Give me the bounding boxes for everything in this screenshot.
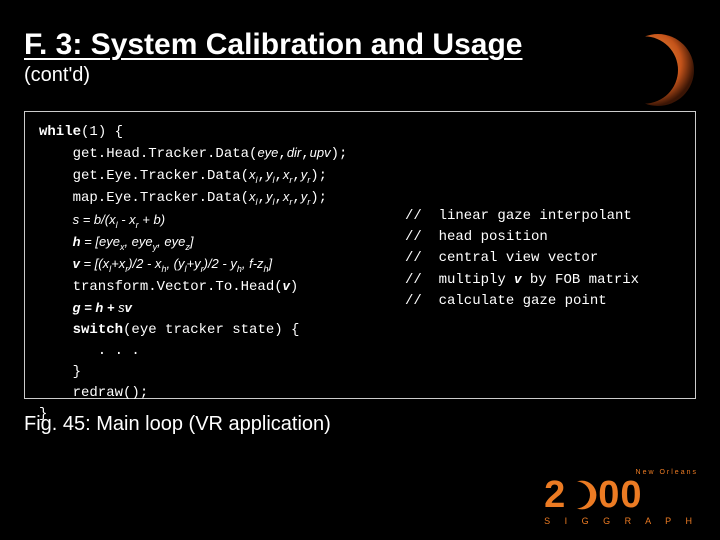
slide-subtitle: (cont'd) (24, 64, 696, 87)
moon-icon (566, 479, 598, 511)
slide: F. 3: System Calibration and Usage (cont… (0, 0, 720, 540)
logo-year: 2 0 0 (544, 476, 698, 514)
code-comments: // linear gaze interpolant // head posit… (405, 122, 639, 312)
logo-name: S I G G R A P H (544, 516, 698, 526)
code-listing: while(1) { get.Head.Tracker.Data(eye,dir… (24, 111, 696, 399)
siggraph-logo: New Orleans 2 0 0 S I G G R A P H (544, 469, 698, 526)
header: F. 3: System Calibration and Usage (cont… (0, 0, 720, 93)
slide-title: F. 3: System Calibration and Usage (24, 28, 696, 62)
